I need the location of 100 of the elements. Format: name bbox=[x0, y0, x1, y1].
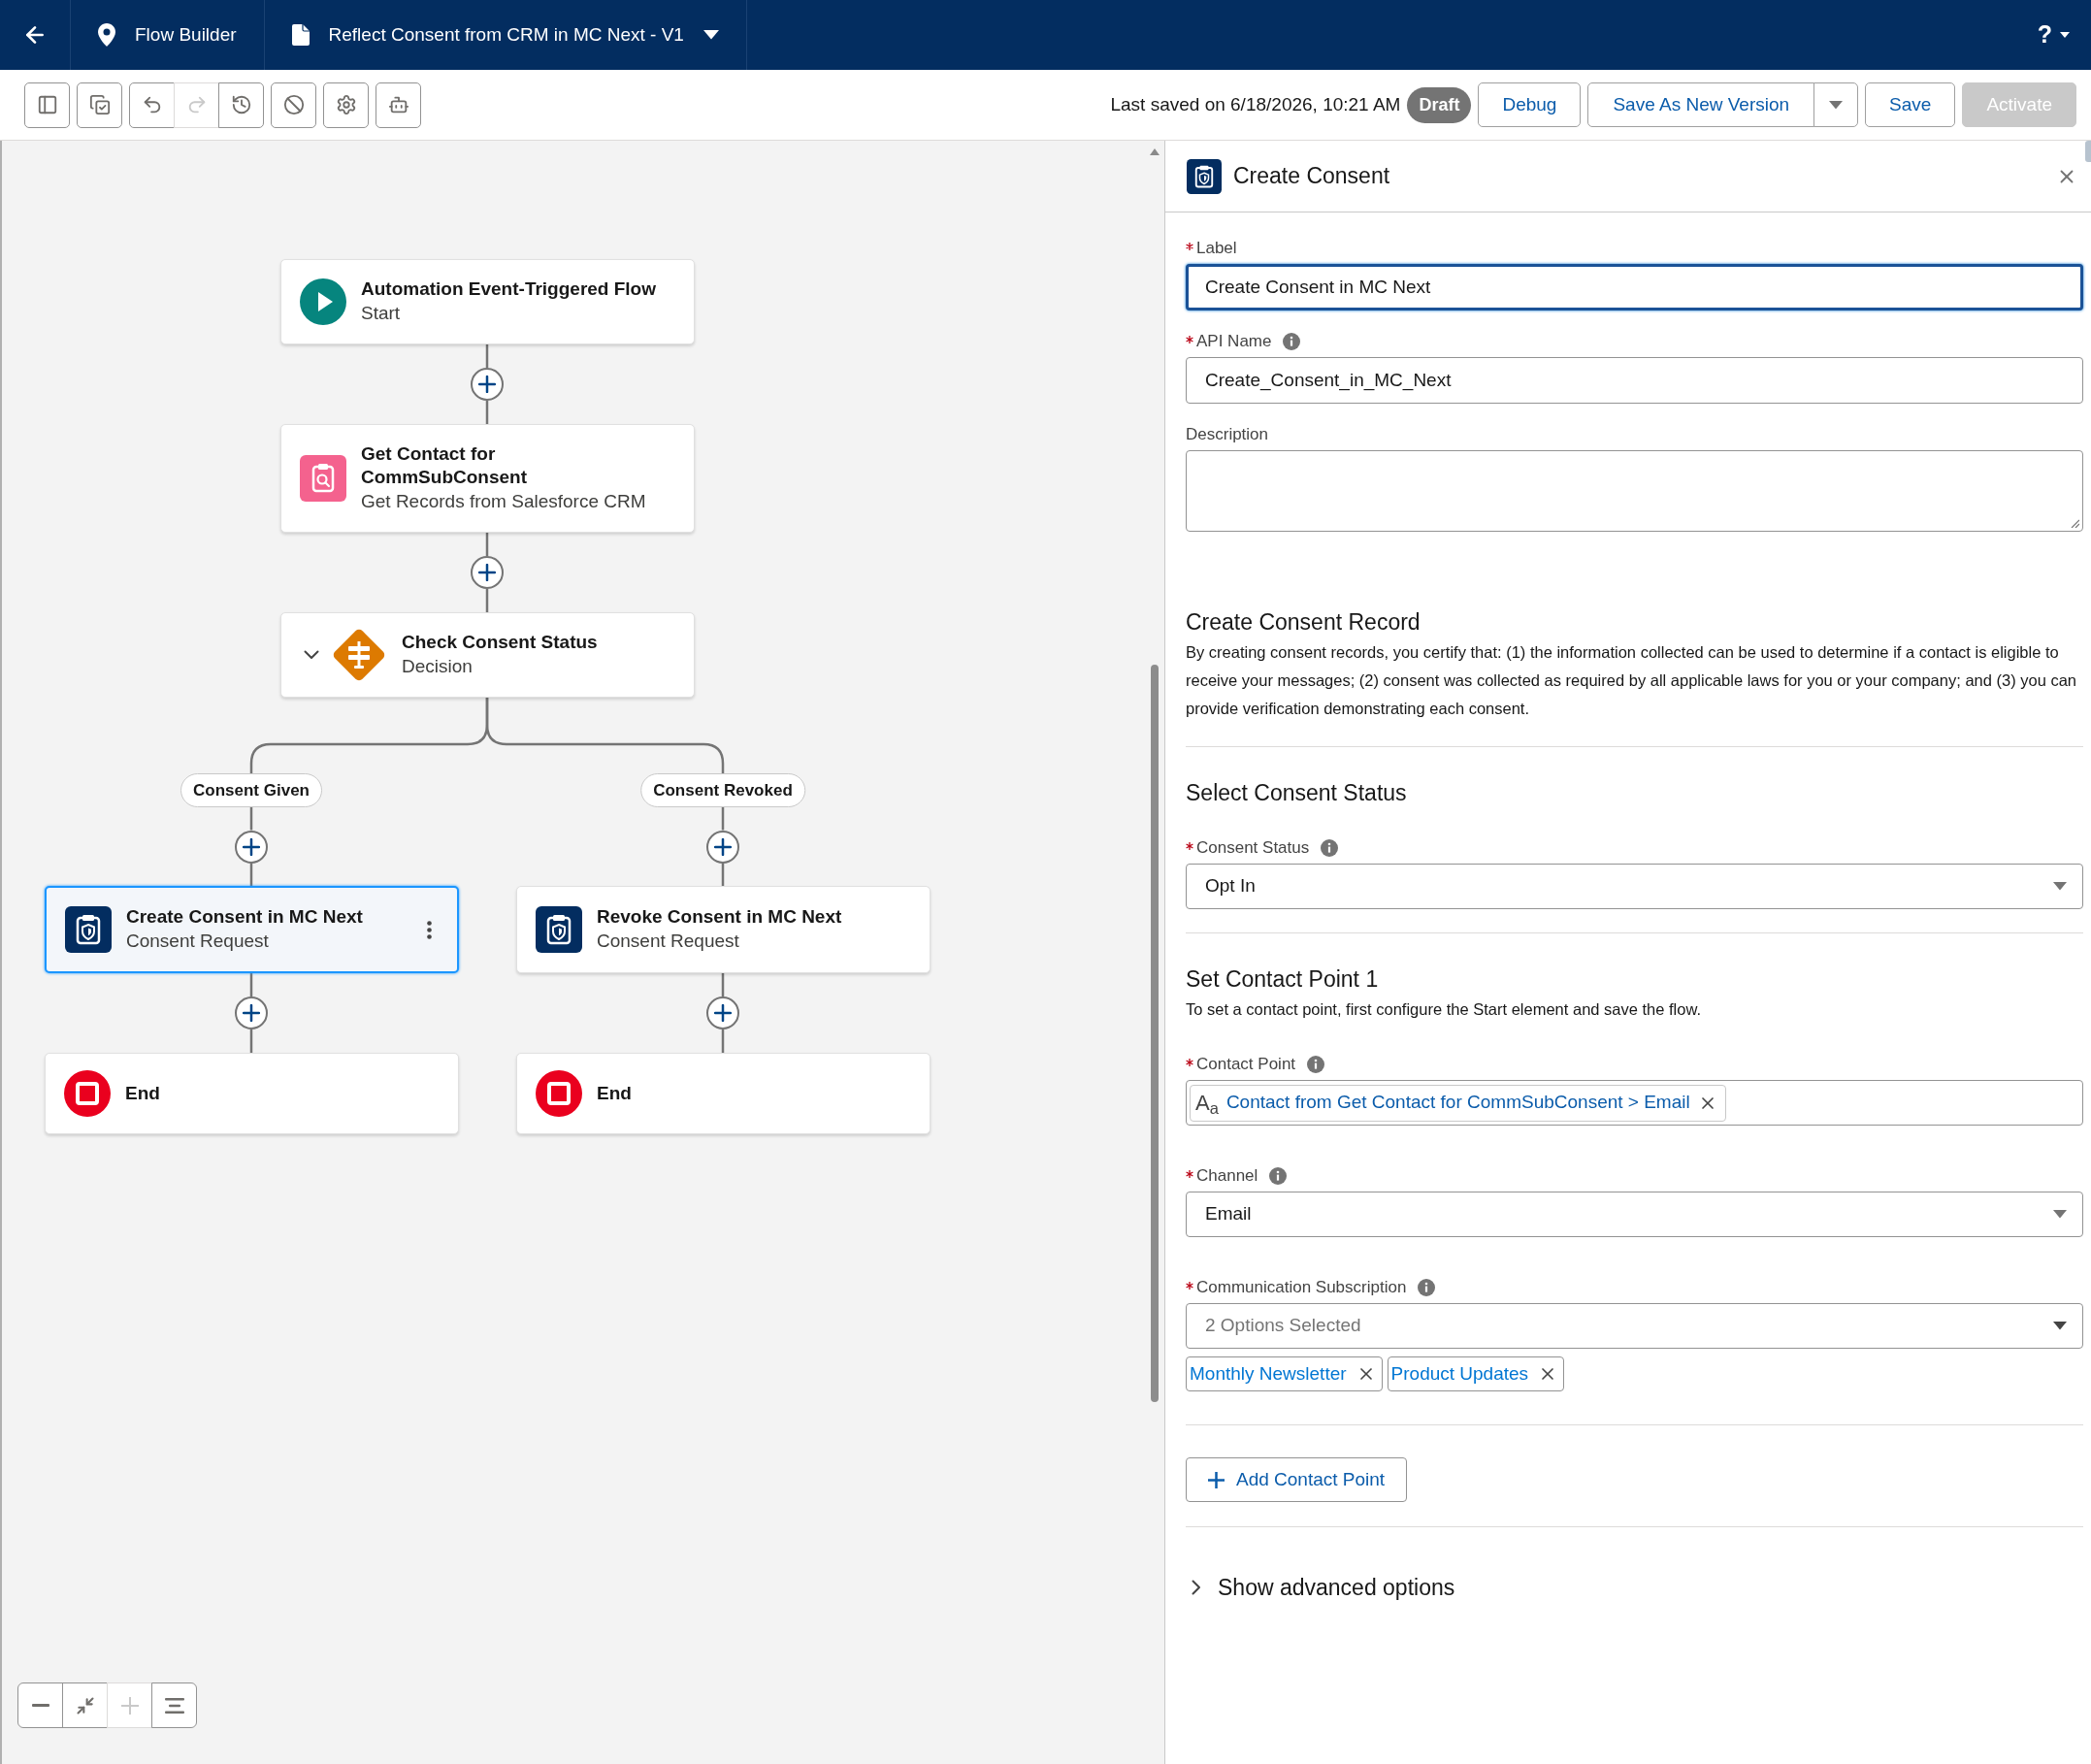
document-icon bbox=[291, 24, 310, 46]
connector-line bbox=[485, 533, 489, 556]
align-center-icon bbox=[164, 1697, 184, 1714]
selected-option-pill[interactable]: Product Updates bbox=[1387, 1356, 1565, 1391]
help-button[interactable]: ? bbox=[2037, 17, 2070, 52]
node-title: Automation Event-Triggered Flow bbox=[361, 278, 656, 301]
flow-node[interactable]: Check Consent Status Decision bbox=[280, 612, 695, 698]
section-description: By creating consent records, you certify that: (1) the information collected can be used to determine if a contact is eligible to receive your messages; (2) consent was collected as required by all applicable laws for you or your company; and (3) you can provide verification demonstrating each consent. bbox=[1186, 642, 2078, 719]
flow-node[interactable]: Get Contact for CommSubConsent Get Records from Salesforce CRM bbox=[280, 424, 695, 533]
resize-handle-icon[interactable] bbox=[2071, 519, 2079, 528]
zoom-control-button[interactable] bbox=[151, 1682, 197, 1728]
info-icon[interactable] bbox=[1269, 1167, 1288, 1185]
caret-down-icon bbox=[2053, 1322, 2067, 1330]
connector-line bbox=[721, 863, 725, 886]
resource-field[interactable]: A$_{a}$ Contact from Get Contact for CommSubConsent > Email bbox=[1186, 1080, 2083, 1126]
text-field[interactable]: Create_Consent_in_MC_Next bbox=[1186, 357, 2083, 404]
zoom-control-button[interactable] bbox=[62, 1682, 108, 1728]
more-options-icon[interactable] bbox=[427, 920, 432, 939]
plus-icon bbox=[478, 376, 496, 393]
node-subtitle: Decision bbox=[402, 655, 474, 678]
caret-down-icon[interactable] bbox=[702, 30, 719, 40]
scrollbar-thumb[interactable] bbox=[1151, 665, 1159, 1402]
plus-icon bbox=[478, 564, 496, 581]
flow-node[interactable]: End bbox=[45, 1053, 459, 1134]
caret-down-icon bbox=[2053, 882, 2067, 891]
flow-node[interactable]: End bbox=[516, 1053, 931, 1134]
last-saved-text: Last saved on 6/18/2026, 10:21 AM bbox=[1110, 92, 1401, 116]
plus-icon bbox=[243, 1004, 260, 1022]
scrollbar-thumb[interactable] bbox=[2085, 141, 2091, 162]
node-subtitle: Get Records from Salesforce CRM bbox=[361, 490, 647, 513]
clipboard-search-icon bbox=[300, 455, 346, 502]
text-field[interactable]: Create Consent in MC Next bbox=[1186, 264, 2083, 310]
connector-line bbox=[249, 863, 253, 886]
caret-down-icon bbox=[2053, 1210, 2067, 1219]
add-contact-point-button[interactable]: Add Contact Point bbox=[1186, 1457, 1408, 1502]
node-title: Check Consent Status bbox=[402, 631, 598, 654]
resource-pill[interactable]: A$_{a}$ Contact from Get Contact for CommSubConsent > Email bbox=[1190, 1084, 1726, 1122]
stop-icon bbox=[536, 1070, 582, 1117]
node-subtitle: Start bbox=[361, 302, 402, 325]
node-title: Get Contact for CommSubConsent bbox=[361, 442, 528, 489]
clipboard-shield-icon bbox=[65, 906, 112, 953]
flow-node[interactable]: Automation Event-Triggered Flow Start bbox=[280, 259, 695, 344]
info-icon[interactable] bbox=[1418, 1279, 1436, 1296]
field-label: Channel bbox=[1196, 1165, 1258, 1188]
chevron-down-icon[interactable] bbox=[304, 650, 319, 660]
connector-line bbox=[249, 973, 253, 996]
plus-icon bbox=[1208, 1471, 1225, 1488]
connector-line bbox=[485, 344, 489, 368]
clipboard-shield-icon bbox=[536, 906, 582, 953]
location-pin-icon bbox=[98, 23, 115, 47]
caret-down-icon bbox=[2060, 32, 2070, 38]
advanced-options-toggle[interactable]: Show advanced options bbox=[1186, 1571, 1455, 1605]
toolbar-button[interactable] bbox=[77, 82, 122, 128]
node-subtitle: Consent Request bbox=[597, 930, 740, 953]
panel-icon bbox=[36, 94, 58, 115]
outcome-label[interactable]: Consent Given bbox=[180, 773, 322, 807]
add-element-button[interactable] bbox=[471, 368, 504, 401]
selected-option-pill[interactable]: Monthly Newsletter bbox=[1186, 1356, 1383, 1391]
plus-icon bbox=[714, 837, 732, 856]
toolbar-button[interactable] bbox=[376, 82, 421, 128]
flow-node[interactable]: Revoke Consent in MC Next Consent Request bbox=[516, 886, 931, 973]
add-element-button[interactable] bbox=[706, 830, 739, 864]
caret-down-icon bbox=[1829, 100, 1844, 110]
scroll-up-arrow-icon[interactable] bbox=[1150, 148, 1160, 155]
add-element-button[interactable] bbox=[471, 556, 504, 589]
dropdown-field[interactable]: Opt In bbox=[1186, 864, 2083, 909]
multiselect-field[interactable]: 2 Options Selected bbox=[1186, 1303, 2083, 1349]
node-title: End bbox=[597, 1082, 632, 1105]
action-button[interactable]: Save As New Version bbox=[1587, 82, 1815, 127]
flow-node[interactable]: Create Consent in MC Next Consent Request bbox=[45, 886, 459, 973]
section-description: To set a contact point, first configure the Start element and save the flow. bbox=[1186, 999, 1703, 1020]
textarea-field[interactable] bbox=[1186, 450, 2083, 532]
node-title: Revoke Consent in MC Next bbox=[597, 905, 842, 929]
action-button[interactable]: Save bbox=[1865, 82, 1956, 127]
action-button[interactable]: Debug bbox=[1478, 82, 1582, 127]
section-heading: Select Consent Status bbox=[1186, 779, 1408, 807]
toolbar-button[interactable] bbox=[24, 82, 70, 128]
outcome-label[interactable]: Consent Revoked bbox=[640, 773, 805, 807]
dropdown-button[interactable] bbox=[1813, 82, 1859, 127]
toolbar-button[interactable] bbox=[271, 82, 316, 128]
toolbar-button[interactable] bbox=[323, 82, 369, 128]
plus-icon bbox=[243, 837, 260, 856]
info-icon[interactable] bbox=[1283, 333, 1301, 350]
dropdown-field[interactable]: Email bbox=[1186, 1192, 2083, 1237]
toolbar-button[interactable] bbox=[129, 82, 175, 128]
toolbar-button[interactable] bbox=[218, 82, 264, 128]
add-element-button[interactable] bbox=[706, 996, 739, 1029]
plus-icon bbox=[714, 1004, 732, 1022]
zoom-control-button[interactable] bbox=[17, 1682, 63, 1728]
connector-line bbox=[721, 807, 725, 831]
add-element-button[interactable] bbox=[235, 996, 268, 1029]
connector-line bbox=[249, 1029, 253, 1053]
connector-line bbox=[485, 401, 489, 424]
history-icon bbox=[230, 94, 252, 115]
app-name: Flow Builder bbox=[135, 22, 237, 47]
add-element-button[interactable] bbox=[235, 830, 268, 864]
node-title: End bbox=[125, 1082, 160, 1105]
info-icon[interactable] bbox=[1321, 839, 1339, 857]
info-icon[interactable] bbox=[1307, 1056, 1325, 1073]
connector-line bbox=[721, 973, 725, 996]
